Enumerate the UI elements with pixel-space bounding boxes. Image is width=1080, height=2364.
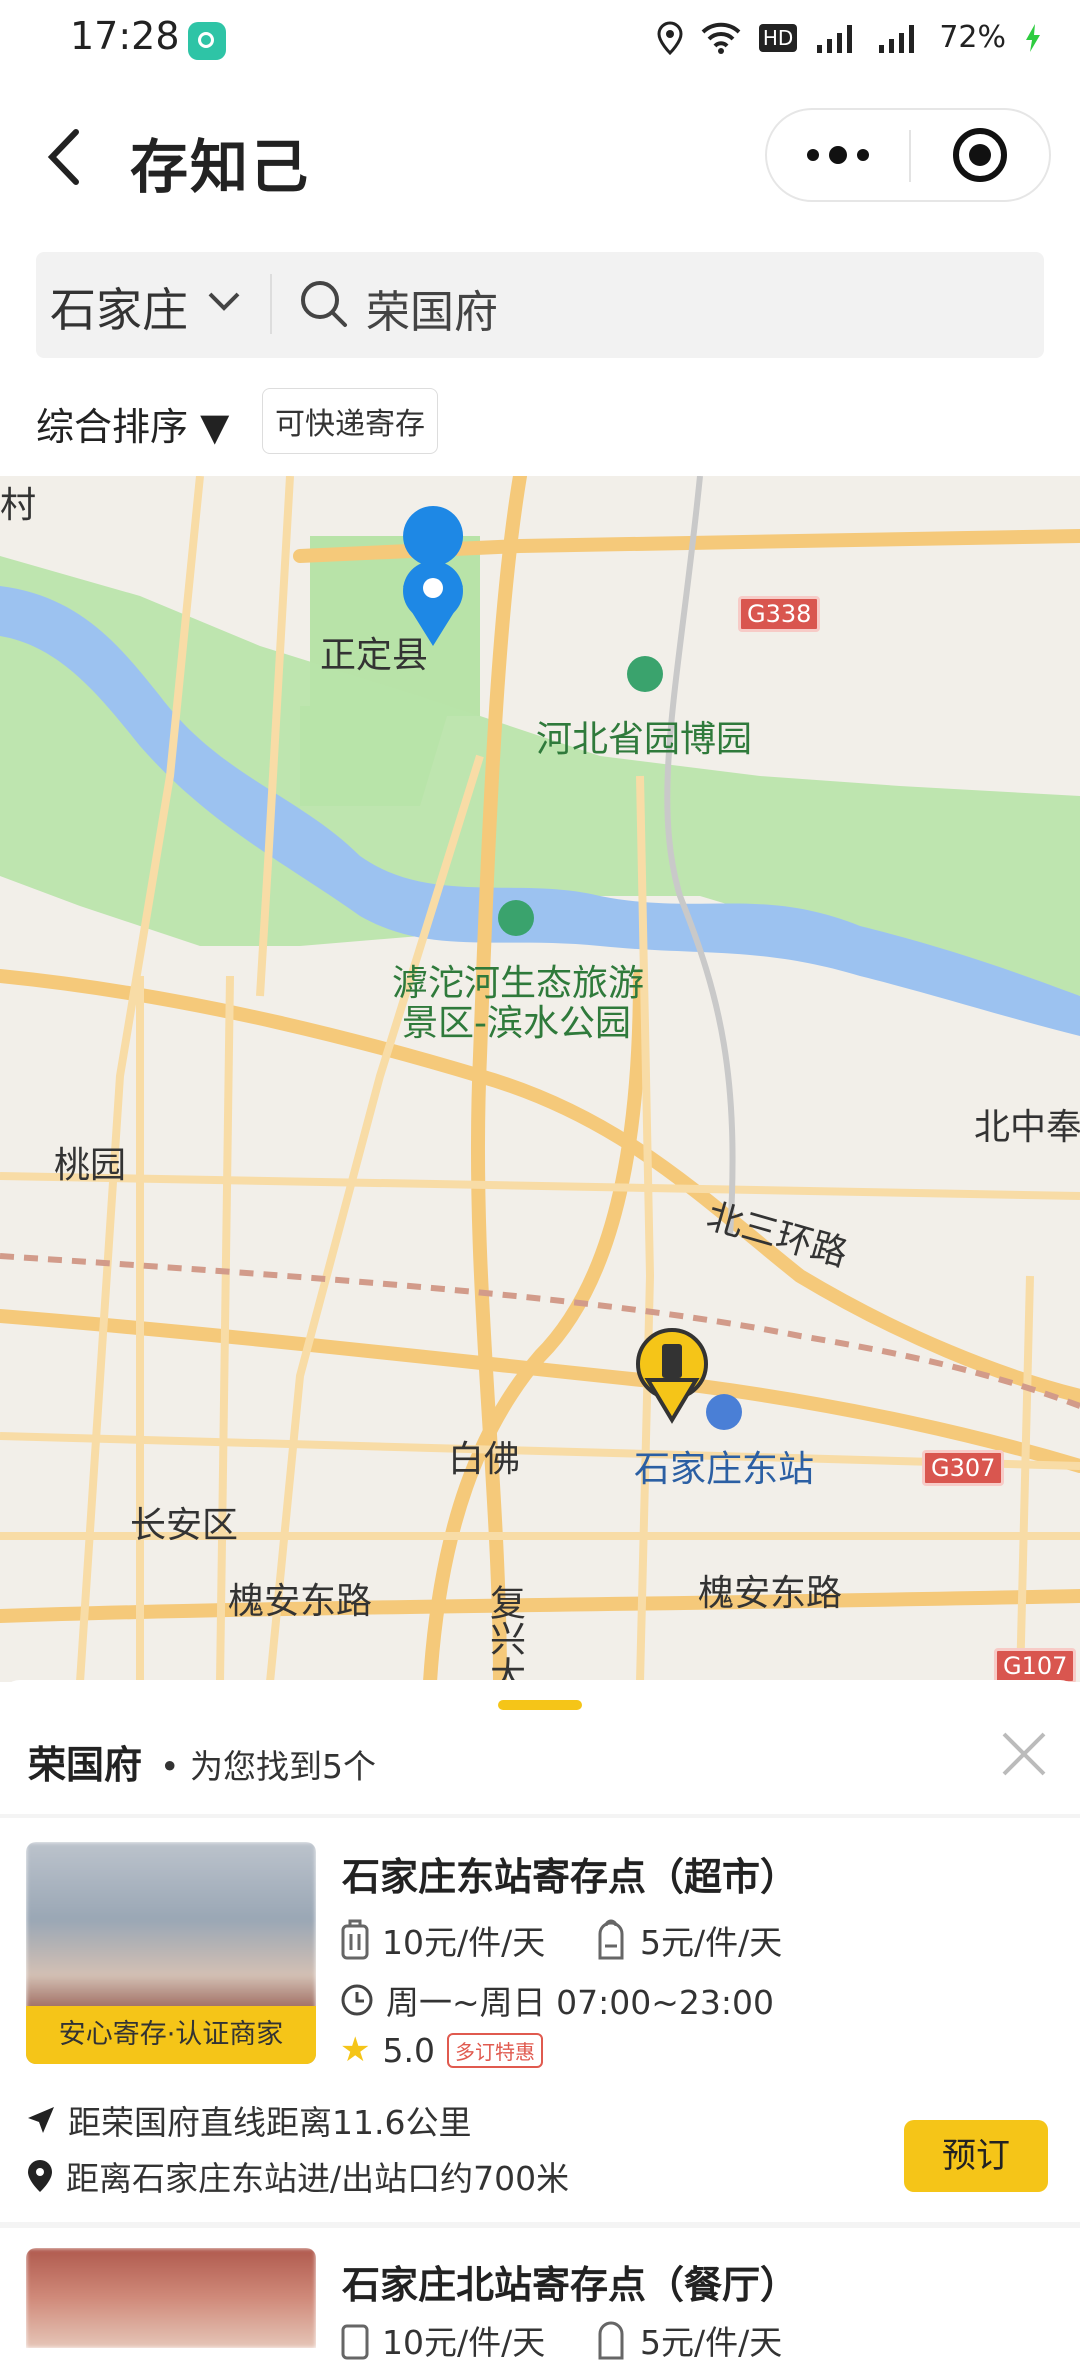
book-button[interactable]: 预订 bbox=[904, 2120, 1048, 2192]
road-shield-g107: G107 bbox=[994, 1648, 1077, 1682]
search-input[interactable]: 荣国府 bbox=[366, 276, 498, 340]
signal-icon-1 bbox=[817, 24, 853, 53]
store-thumbnail[interactable]: 安心寄存·认证商家 bbox=[26, 1842, 316, 2064]
price-bag-2: 5元/件/天 bbox=[594, 2316, 782, 2364]
wifi-icon bbox=[701, 22, 741, 54]
location-icon bbox=[657, 20, 683, 55]
map-label-changan: 长安区 bbox=[130, 1505, 239, 1546]
separator bbox=[0, 1814, 1080, 1818]
map-label-fuxing: 复兴大 bbox=[484, 1584, 525, 1682]
battery-level: 72% bbox=[939, 20, 1006, 55]
results-count: • 为您找到5个 bbox=[160, 1747, 376, 1786]
backpack-icon bbox=[598, 1919, 624, 1960]
status-time: 17:28 bbox=[70, 14, 180, 58]
hd-icon: HD bbox=[758, 23, 798, 52]
promo-tag: 多订特惠 bbox=[446, 2032, 543, 2068]
close-program-button[interactable] bbox=[911, 110, 1049, 200]
search-divider bbox=[270, 274, 272, 334]
chevron-down-icon[interactable] bbox=[204, 272, 244, 332]
star-icon: ★ bbox=[340, 2030, 371, 2070]
search-icon bbox=[301, 281, 347, 327]
price-luggage-text: 10元/件/天 bbox=[382, 1923, 546, 1962]
map-label-cun: 村 bbox=[0, 485, 37, 526]
map-label-hutuo-2: 景区-滨水公园 bbox=[402, 1003, 631, 1044]
store-thumbnail-2[interactable] bbox=[26, 2248, 316, 2348]
map-label-zhengding: 正定县 bbox=[320, 635, 429, 676]
signal-icon-2 bbox=[879, 24, 915, 53]
search-bar: 石家庄 荣国府 bbox=[36, 252, 1044, 358]
more-button[interactable] bbox=[767, 110, 909, 200]
map-label-taoyuan: 桃园 bbox=[54, 1145, 127, 1186]
location-pin-icon bbox=[28, 2160, 52, 2192]
backpack-icon bbox=[598, 2321, 624, 2360]
store-photo-2 bbox=[26, 2248, 316, 2348]
app-notification-icon bbox=[188, 22, 226, 60]
target-icon-center bbox=[969, 144, 991, 166]
city-selector[interactable]: 石家庄 bbox=[50, 274, 188, 340]
store-name-2[interactable]: 石家庄北站寄存点（餐厅） bbox=[342, 2254, 798, 2309]
hours-text: 周一~周日 07:00~23:00 bbox=[386, 1983, 774, 2022]
price-luggage-text-2: 10元/件/天 bbox=[382, 2323, 546, 2362]
map-label-huaian-w: 槐安东路 bbox=[228, 1581, 373, 1622]
results-title: 荣国府 bbox=[28, 1743, 143, 1787]
drag-handle[interactable] bbox=[498, 1700, 582, 1710]
map-view[interactable]: 村 正定县 河北省园博园 滹沱河生态旅游 景区-滨水公园 桃园 北中奉 北三环路… bbox=[0, 476, 1080, 1682]
close-icon[interactable] bbox=[1000, 1730, 1048, 1778]
distance-row: 距荣国府直线距离11.6公里 bbox=[26, 2096, 471, 2144]
map-label-baifo: 白佛 bbox=[448, 1439, 521, 1480]
more-icon-dot bbox=[829, 146, 847, 164]
map-label-expo-park: 河北省园博园 bbox=[536, 719, 753, 760]
road-shield-g338: G338 bbox=[738, 596, 821, 632]
more-icon-dot bbox=[857, 149, 869, 161]
map-label-sjz-east: 石家庄东站 bbox=[634, 1449, 815, 1490]
road-shield-g307: G307 bbox=[922, 1450, 1005, 1486]
status-icons: HD 72% bbox=[657, 20, 1042, 55]
back-button[interactable] bbox=[44, 122, 84, 192]
mini-program-capsule bbox=[765, 108, 1051, 202]
store-name[interactable]: 石家庄东站寄存点（超市） bbox=[342, 1846, 798, 1901]
charging-icon bbox=[1026, 23, 1040, 52]
rating-value: 5.0 bbox=[382, 2030, 435, 2070]
chevron-left-icon bbox=[47, 129, 79, 185]
price-bag-text: 5元/件/天 bbox=[640, 1923, 783, 1962]
status-bar: 17:28 HD 72% bbox=[0, 0, 1080, 84]
map-label-beizhong: 北中奉 bbox=[974, 1107, 1080, 1148]
price-luggage: 10元/件/天 bbox=[340, 1916, 545, 1964]
express-storage-filter[interactable]: 可快递寄存 bbox=[262, 388, 438, 454]
certified-badge: 安心寄存·认证商家 bbox=[26, 2006, 316, 2064]
suitcase-icon bbox=[341, 2324, 369, 2360]
page-title: 存知己 bbox=[130, 133, 311, 201]
sort-dropdown[interactable]: 综合排序 ▼ bbox=[36, 396, 229, 451]
map-label-huaian-e: 槐安东路 bbox=[698, 1573, 843, 1614]
exit-distance-text: 距离石家庄东站进/出站口约700米 bbox=[66, 2159, 570, 2198]
exit-distance-row: 距离石家庄东站进/出站口约700米 bbox=[26, 2152, 569, 2200]
price-luggage-2: 10元/件/天 bbox=[340, 2316, 545, 2364]
distance-text: 距荣国府直线距离11.6公里 bbox=[68, 2103, 472, 2142]
clock-icon bbox=[341, 1984, 373, 2016]
rating-row: ★ 5.0 多订特惠 bbox=[340, 2030, 543, 2070]
price-bag: 5元/件/天 bbox=[594, 1916, 782, 1964]
opening-hours: 周一~周日 07:00~23:00 bbox=[340, 1976, 774, 2024]
price-bag-text-2: 5元/件/天 bbox=[640, 2323, 783, 2362]
item-separator bbox=[0, 2222, 1080, 2228]
more-icon bbox=[807, 149, 819, 161]
suitcase-icon bbox=[341, 1919, 369, 1960]
navigation-arrow-icon bbox=[28, 2107, 54, 2133]
